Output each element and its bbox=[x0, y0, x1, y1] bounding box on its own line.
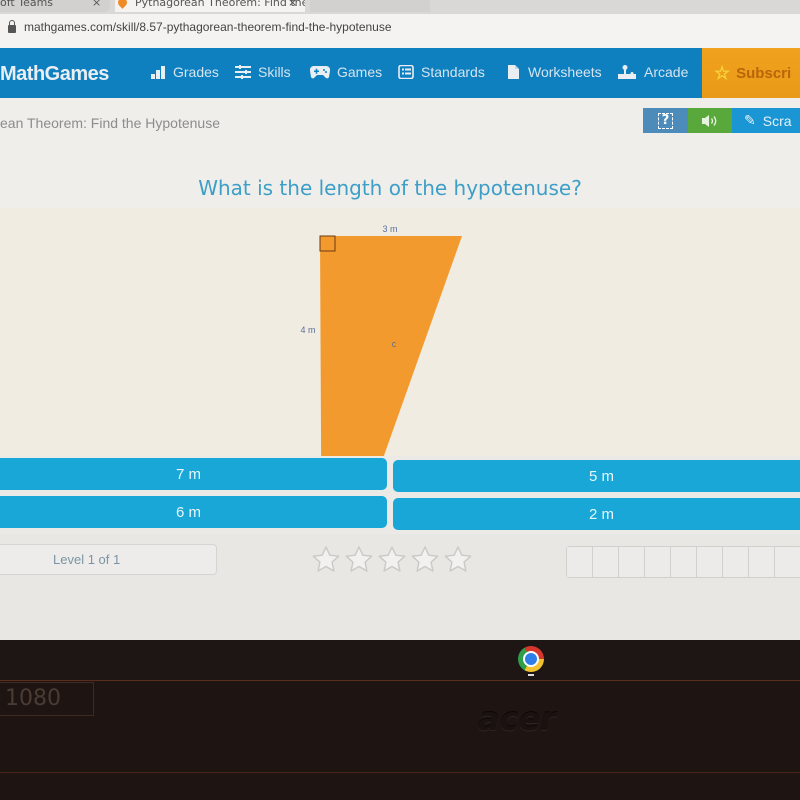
question-text: What is the length of the hypotenuse? bbox=[0, 176, 800, 200]
address-bar[interactable]: mathgames.com/skill/8.57-pythagorean-the… bbox=[0, 14, 800, 48]
question-area: What is the length of the hypotenuse? bbox=[0, 144, 800, 208]
scratchpad-button[interactable]: ✎ Scra bbox=[732, 108, 800, 133]
list-icon bbox=[398, 65, 414, 79]
rating-star-icon bbox=[444, 546, 472, 572]
rating-star-icon bbox=[411, 546, 439, 572]
answer-button[interactable]: 7 m bbox=[0, 458, 387, 490]
skill-header: ean Theorem: Find the Hypotenuse ? ✎ Scr… bbox=[0, 98, 800, 144]
score-box bbox=[775, 547, 800, 577]
nav-label: Skills bbox=[258, 64, 291, 80]
nav-item-grades[interactable]: Grades bbox=[150, 64, 219, 80]
logo[interactable]: MathGames bbox=[0, 63, 109, 86]
score-box bbox=[593, 547, 619, 577]
taskbar bbox=[0, 640, 800, 680]
chrome-icon[interactable] bbox=[518, 646, 544, 672]
joystick-icon bbox=[618, 65, 636, 79]
triangle-figure: 3 m 4 m c bbox=[300, 224, 462, 456]
monitor-bezel bbox=[0, 680, 800, 800]
edit-icon: ✎ bbox=[744, 112, 756, 128]
bar-chart-icon bbox=[151, 66, 165, 79]
tab-close-icon[interactable]: × bbox=[92, 0, 101, 9]
nav-label: Games bbox=[337, 64, 383, 80]
browser-tab-active[interactable]: Pythagorean Theorem: Find the bbox=[115, 0, 305, 12]
document-icon bbox=[508, 65, 519, 79]
nav-label: Standards bbox=[421, 64, 485, 80]
nav-label: Worksheets bbox=[528, 64, 602, 80]
tool-buttons: ? ✎ Scra bbox=[643, 108, 800, 133]
subscribe-label: Subscri bbox=[736, 64, 792, 82]
level-text: Level 1 of 1 bbox=[53, 552, 121, 567]
site-nav: MathGames Grades Skills Games Standards … bbox=[0, 48, 800, 98]
score-box bbox=[645, 547, 671, 577]
brand-logo: acer bbox=[478, 700, 557, 738]
score-box bbox=[671, 547, 697, 577]
progress-row: Level 1 of 1 bbox=[0, 534, 800, 640]
star-rating bbox=[310, 544, 474, 576]
score-box bbox=[749, 547, 775, 577]
answer-choices: 7 m 5 m 6 m 2 m bbox=[0, 456, 800, 534]
gamepad-icon bbox=[310, 65, 330, 79]
tab-close-icon[interactable]: × bbox=[288, 0, 297, 9]
answer-button[interactable]: 6 m bbox=[0, 496, 387, 528]
rating-star-icon bbox=[312, 546, 340, 572]
browser-tab[interactable] bbox=[310, 0, 430, 12]
star-icon: ☆ bbox=[714, 62, 731, 83]
side-label-top: 3 m bbox=[382, 224, 397, 234]
nav-item-skills[interactable]: Skills bbox=[235, 64, 291, 80]
tab-title: oft Teams bbox=[0, 0, 54, 9]
nav-item-games[interactable]: Games bbox=[310, 64, 382, 80]
rating-star-icon bbox=[378, 546, 406, 572]
nav-label: Grades bbox=[173, 64, 219, 80]
lock-icon bbox=[8, 20, 16, 33]
nav-item-standards[interactable]: Standards bbox=[398, 64, 485, 80]
nav-item-worksheets[interactable]: Worksheets bbox=[505, 64, 602, 80]
nav-item-arcade[interactable]: Arcade bbox=[617, 64, 688, 80]
answer-button[interactable]: 5 m bbox=[393, 460, 800, 492]
score-box bbox=[567, 547, 593, 577]
app-running-indicator bbox=[528, 674, 534, 676]
score-box bbox=[619, 547, 645, 577]
screen: oft Teams × Pythagorean Theorem: Find th… bbox=[0, 0, 800, 640]
speaker-icon bbox=[702, 114, 717, 127]
rating-star-icon bbox=[345, 546, 373, 572]
score-box bbox=[723, 547, 749, 577]
sound-button[interactable] bbox=[688, 108, 732, 133]
side-label-left: 4 m bbox=[300, 325, 315, 335]
url-text[interactable]: mathgames.com/skill/8.57-pythagorean-the… bbox=[24, 20, 392, 34]
score-tracker bbox=[566, 546, 800, 578]
tab-title: Pythagorean Theorem: Find the bbox=[135, 0, 305, 9]
nav-label: Arcade bbox=[644, 64, 689, 80]
subscribe-button[interactable]: ☆ Subscri bbox=[702, 48, 800, 98]
score-box bbox=[697, 547, 723, 577]
question-label: What is the length of the hypotenuse? bbox=[198, 176, 582, 200]
help-icon: ? bbox=[657, 112, 674, 129]
figure-area: 3 m 4 m c bbox=[0, 208, 800, 456]
answer-button[interactable]: 2 m bbox=[393, 498, 800, 530]
skill-title: ean Theorem: Find the Hypotenuse bbox=[0, 115, 220, 131]
help-video-button[interactable]: ? bbox=[643, 108, 688, 133]
scratchpad-label: Scra bbox=[762, 112, 792, 129]
side-label-hypotenuse: c bbox=[392, 339, 397, 349]
level-indicator: Level 1 of 1 bbox=[0, 544, 217, 575]
sliders-icon bbox=[235, 65, 251, 79]
bezel-edge bbox=[0, 772, 800, 773]
browser-tab-bar: oft Teams × Pythagorean Theorem: Find th… bbox=[0, 0, 800, 14]
resolution-badge: 1080 bbox=[0, 682, 94, 716]
